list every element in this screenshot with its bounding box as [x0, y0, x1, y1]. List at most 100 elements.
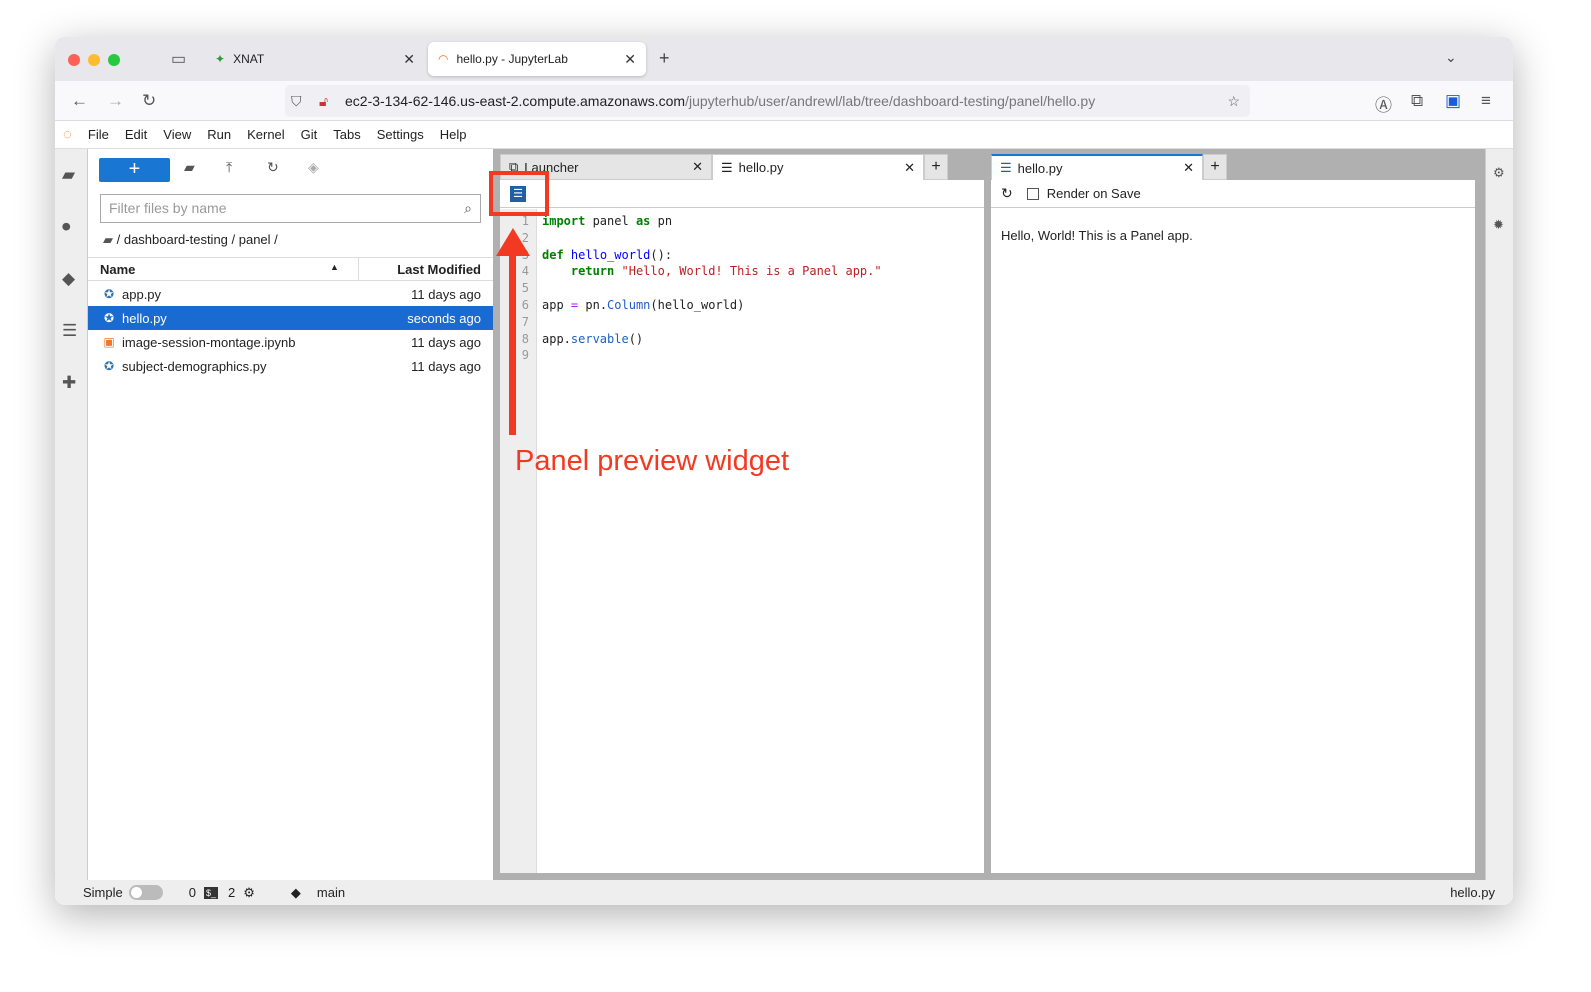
- tab-label: hello.py - JupyterLab: [456, 52, 568, 66]
- url-path: /jupyterhub/user/andrewl/lab/tree/dashbo…: [685, 93, 1096, 109]
- annotation-highlight-box: [489, 171, 549, 216]
- file-row[interactable]: ✪ subject-demographics.py 11 days ago: [88, 354, 493, 378]
- git-branch-icon: ◆: [290, 884, 301, 900]
- insecure-lock-icon: 🔓︎: [319, 92, 329, 109]
- menu-icon[interactable]: ≡: [1481, 91, 1491, 111]
- file-name: subject-demographics.py: [122, 358, 267, 374]
- close-tab-icon[interactable]: ✕: [904, 160, 915, 176]
- annotation-label: Panel preview widget: [515, 445, 790, 477]
- browser-tab-bar: ▭ ✦ XNAT ✕ ◠ hello.py - JupyterLab ✕ + ⌄: [55, 37, 1513, 81]
- preview-toolbar: ↻ Render on Save: [991, 180, 1475, 208]
- menu-kernel[interactable]: Kernel: [247, 127, 285, 142]
- menu-git[interactable]: Git: [301, 127, 318, 142]
- column-name-header[interactable]: Name: [100, 262, 135, 277]
- file-row[interactable]: ▣ image-session-montage.ipynb 11 days ago: [88, 330, 493, 354]
- extensions-puzzle-icon[interactable]: ✚: [62, 373, 76, 393]
- file-modified: seconds ago: [407, 310, 481, 326]
- browser-tab-xnat[interactable]: ✦ XNAT ✕: [205, 42, 425, 76]
- main-dock-area: ⧉ Launcher ✕ ☰ hello.py ✕ + ☰ 123456789 impo…: [493, 149, 1485, 880]
- tab-list-chevron-icon[interactable]: ⌄: [1445, 49, 1457, 66]
- menu-help[interactable]: Help: [440, 127, 467, 142]
- minimize-window-button[interactable]: [88, 54, 100, 66]
- file-list-header: Name ▲ Last Modified: [88, 257, 493, 281]
- jupyterlab-app: ◌ File Edit View Run Kernel Git Tabs Set…: [55, 121, 1513, 905]
- back-icon[interactable]: ←: [71, 91, 88, 111]
- terminal-icon: $_: [203, 886, 218, 899]
- close-tab-icon[interactable]: ✕: [692, 159, 703, 175]
- git-icon[interactable]: ◆: [62, 269, 75, 289]
- url-bar[interactable]: ⛉ 🔓︎ ec2-3-134-62-146.us-east-2.compute.…: [285, 85, 1250, 117]
- close-tab-icon[interactable]: ✕: [624, 51, 636, 68]
- left-sidebar: ▰ ⏺ ◆ ☰ ✚: [55, 149, 88, 880]
- filter-files-input[interactable]: Filter files by name ⌕: [100, 194, 481, 223]
- close-window-button[interactable]: [68, 54, 80, 66]
- file-browser: + ▰ ⤒ ↻ ◈ Filter files by name ⌕ ▰ / dash…: [88, 149, 493, 880]
- filter-placeholder: Filter files by name: [109, 200, 227, 216]
- python-file-icon: ✪: [103, 311, 115, 325]
- preview-output: Hello, World! This is a Panel app.: [1001, 228, 1193, 243]
- column-modified-header[interactable]: Last Modified: [397, 262, 481, 277]
- search-icon: ⌕: [464, 200, 472, 216]
- notebook-file-icon: ▣: [103, 335, 115, 349]
- terminal-count[interactable]: 0: [189, 885, 196, 900]
- reload-icon[interactable]: ↻: [142, 91, 156, 111]
- account-icon[interactable]: Ⓐ: [1375, 91, 1392, 116]
- menu-settings[interactable]: Settings: [377, 127, 424, 142]
- debugger-bug-icon[interactable]: ✹: [1493, 217, 1504, 233]
- panel-icon: ☰: [1000, 160, 1012, 175]
- reload-icon[interactable]: ↻: [1001, 185, 1013, 202]
- url-host: ec2-3-134-62-146.us-east-2.compute.amazo…: [345, 93, 686, 109]
- menu-file[interactable]: File: [88, 127, 109, 142]
- git-clone-icon[interactable]: ◈: [308, 159, 319, 176]
- upload-icon[interactable]: ⤒: [226, 159, 232, 176]
- preview-pane: ↻ Render on Save Hello, World! This is a…: [991, 180, 1475, 873]
- property-inspector-icon[interactable]: ⚙: [1493, 165, 1505, 181]
- annotation-arrow: [509, 245, 516, 435]
- jupyter-favicon-icon: ◠: [438, 52, 449, 66]
- add-tab-button[interactable]: +: [924, 154, 948, 180]
- line-number-gutter: 123456789: [500, 209, 537, 873]
- bitwarden-icon[interactable]: ▣: [1445, 91, 1461, 111]
- close-tab-icon[interactable]: ✕: [403, 51, 415, 68]
- close-tab-icon[interactable]: ✕: [1183, 160, 1194, 176]
- file-row-selected[interactable]: ✪ hello.py seconds ago: [88, 306, 493, 330]
- add-tab-button[interactable]: +: [1203, 154, 1227, 180]
- render-on-save-checkbox[interactable]: [1026, 187, 1039, 200]
- breadcrumb[interactable]: ▰ / dashboard-testing / panel /: [103, 232, 278, 248]
- file-name: hello.py: [122, 310, 167, 326]
- menu-bar: ◌ File Edit View Run Kernel Git Tabs Set…: [55, 121, 1513, 149]
- new-folder-icon[interactable]: ▰: [184, 159, 195, 176]
- refresh-icon[interactable]: ↻: [267, 159, 279, 176]
- new-launcher-button[interactable]: +: [99, 158, 170, 182]
- right-sidebar: ⚙ ✹: [1485, 149, 1513, 880]
- table-of-contents-icon[interactable]: ☰: [62, 321, 77, 341]
- editor-pane: ☰ 123456789 import panel as pn def hello…: [500, 180, 984, 873]
- text-file-icon: ☰: [721, 159, 733, 175]
- new-tab-button[interactable]: +: [659, 48, 670, 69]
- tab-hello-py-editor[interactable]: ☰ hello.py ✕: [712, 154, 924, 180]
- kernel-chip-icon: ⚙: [243, 884, 255, 900]
- file-modified: 11 days ago: [411, 286, 481, 302]
- forward-icon[interactable]: →: [107, 91, 124, 111]
- menu-view[interactable]: View: [163, 127, 191, 142]
- menu-tabs[interactable]: Tabs: [333, 127, 360, 142]
- zoom-window-button[interactable]: [108, 54, 120, 66]
- breadcrumb-path: / dashboard-testing / panel /: [116, 232, 278, 247]
- menu-run[interactable]: Run: [207, 127, 231, 142]
- menu-edit[interactable]: Edit: [125, 127, 147, 142]
- file-row[interactable]: ✪ app.py 11 days ago: [88, 282, 493, 306]
- tab-label: hello.py: [1017, 160, 1063, 176]
- extensions-icon[interactable]: ⧉: [1411, 91, 1423, 111]
- kernel-count[interactable]: 2: [228, 885, 235, 900]
- python-file-icon: ✪: [103, 359, 115, 373]
- simple-mode-label: Simple: [83, 885, 123, 900]
- tab-hello-py-preview[interactable]: ☰ hello.py ✕: [991, 154, 1203, 180]
- running-sessions-icon[interactable]: ⏺: [62, 217, 71, 237]
- tab-overview-icon[interactable]: ▭: [171, 49, 186, 69]
- git-branch[interactable]: main: [317, 885, 345, 900]
- bookmark-star-icon[interactable]: ☆: [1227, 93, 1240, 110]
- folder-icon[interactable]: ▰: [62, 165, 75, 185]
- browser-tab-jupyterlab[interactable]: ◠ hello.py - JupyterLab ✕: [428, 42, 646, 76]
- code-editor[interactable]: 123456789 import panel as pn def hello_w…: [500, 209, 984, 873]
- simple-mode-toggle[interactable]: [128, 885, 163, 900]
